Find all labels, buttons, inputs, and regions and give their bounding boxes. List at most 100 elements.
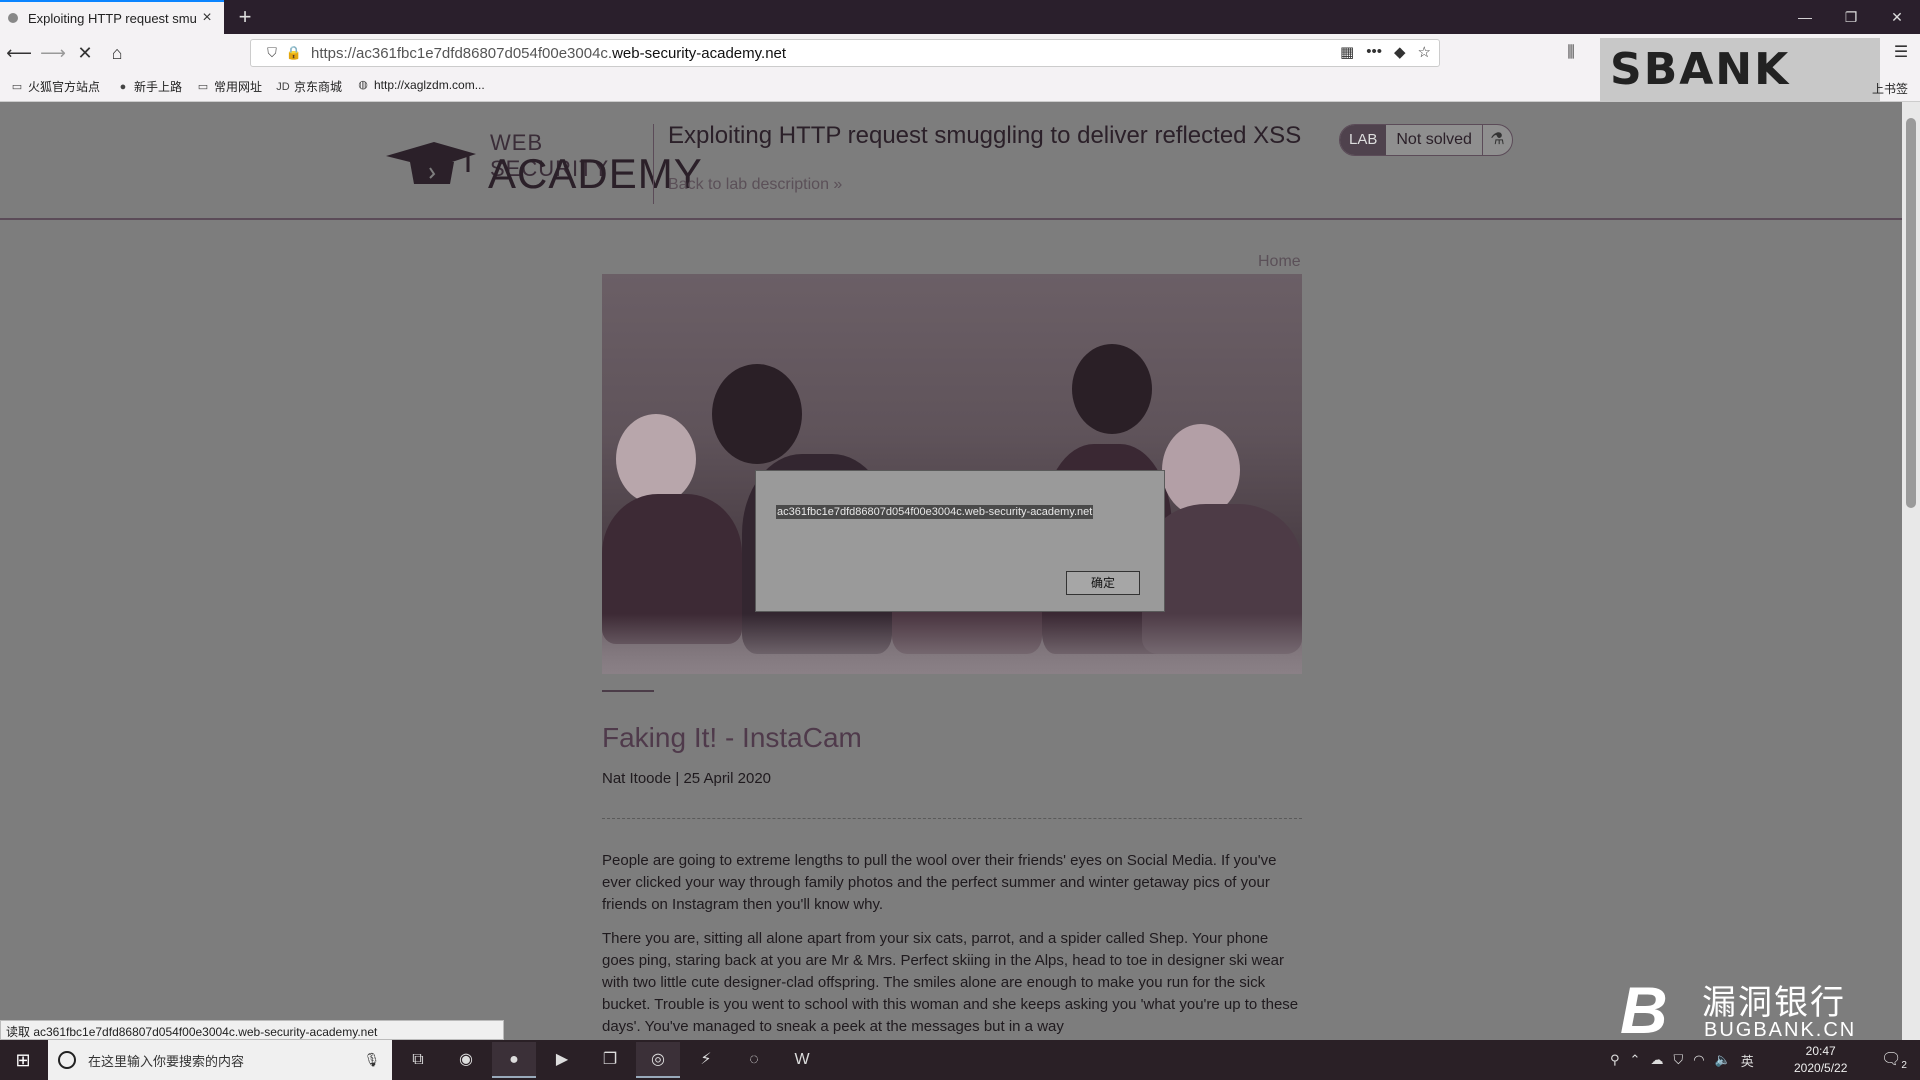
- lab-label: LAB: [1340, 125, 1387, 155]
- media-player-icon[interactable]: ▶: [540, 1042, 584, 1078]
- post-paragraph: People are going to extreme lengths to p…: [602, 852, 1277, 913]
- forward-icon[interactable]: ⟶: [38, 38, 68, 68]
- divider: [602, 818, 1302, 819]
- new-tab-button[interactable]: +: [230, 2, 260, 32]
- post-title: Faking It! - InstaCam: [602, 722, 862, 753]
- pocket-icon[interactable]: ◆: [1394, 43, 1406, 61]
- windows-start-icon[interactable]: ⊞: [0, 1040, 46, 1080]
- watermark-en: BUGBANK.CN: [1704, 1019, 1857, 1041]
- taskbar-app-icon[interactable]: ◌: [732, 1042, 776, 1078]
- library-icon[interactable]: ⫼: [1556, 38, 1586, 68]
- menu-icon[interactable]: ☰: [1886, 38, 1916, 68]
- wps-writer-icon[interactable]: W: [780, 1042, 824, 1078]
- bookmark-item[interactable]: ● 新手上路: [116, 78, 182, 95]
- web-page: WEB SECURITY ACADEMY Exploiting HTTP req…: [0, 102, 1902, 1040]
- clock-date: 2020/5/22: [1794, 1061, 1848, 1075]
- bookmark-item[interactable]: ◍ http://xaglzdm.com...: [356, 78, 485, 92]
- jd-icon: JD: [276, 80, 290, 93]
- post-byline: Nat Itoode | 25 April 2020: [602, 770, 772, 787]
- bookmark-label: 新手上路: [134, 80, 183, 94]
- url-prefix: https://ac361fbc1e7dfd86807d054f00e3004c…: [311, 44, 613, 62]
- notification-center-icon[interactable]: 🗨2: [1874, 1040, 1914, 1080]
- ok-button[interactable]: 确定: [1066, 571, 1140, 595]
- tab-title: Exploiting HTTP request smu: [28, 10, 197, 26]
- notification-count: 2: [1901, 1060, 1907, 1072]
- show-hidden-icons-chevron-icon[interactable]: ⌃: [1630, 1052, 1641, 1068]
- firefox-taskbar-icon[interactable]: ●: [492, 1042, 536, 1078]
- alert-message[interactable]: ac361fbc1e7dfd86807d054f00e3004c.web-sec…: [776, 505, 1094, 519]
- bookmark-label: 火狐官方站点: [28, 80, 101, 94]
- lock-icon[interactable]: 🔒: [283, 45, 305, 61]
- page-scrollbar[interactable]: [1902, 102, 1920, 1040]
- status-bar: 读取 ac361fbc1e7dfd86807d054f00e3004c.web-…: [0, 1020, 504, 1040]
- tracking-shield-icon[interactable]: ⛉: [261, 45, 283, 61]
- lab-title: Exploiting HTTP request smuggling to del…: [668, 122, 1302, 149]
- chrome-taskbar-icon[interactable]: ◎: [636, 1042, 680, 1078]
- loading-icon: [8, 13, 18, 23]
- bookmark-item[interactable]: JD 京东商城: [276, 78, 342, 95]
- bookmark-label: http://xaglzdm.com...: [374, 78, 485, 92]
- people-icon[interactable]: ⚲: [1610, 1052, 1620, 1068]
- qr-code-icon[interactable]: ▦: [1340, 43, 1354, 61]
- back-to-lab-description-link[interactable]: Back to lab description »: [668, 176, 842, 194]
- child-face: [1162, 424, 1240, 516]
- security-icon[interactable]: ⛉: [1673, 1052, 1683, 1068]
- close-tab-icon[interactable]: ×: [198, 9, 216, 27]
- child-face: [616, 414, 696, 504]
- microphone-icon[interactable]: 🎙: [363, 1052, 380, 1068]
- bugbank-watermark: B 漏洞银行 BUGBANK.CN: [1620, 975, 1880, 1045]
- watermark-logo: SBANK: [1600, 38, 1880, 102]
- clock-time: 20:47: [1805, 1044, 1836, 1058]
- lab-status: Not solved: [1396, 131, 1472, 148]
- folder-icon: ▭: [11, 80, 23, 93]
- minimize-icon[interactable]: —: [1782, 0, 1828, 34]
- lab-header: WEB SECURITY ACADEMY Exploiting HTTP req…: [0, 102, 1902, 220]
- cortana-icon: [58, 1051, 76, 1069]
- system-clock[interactable]: 20:47 2020/5/22: [1794, 1043, 1847, 1077]
- post-paragraph: There you are, sitting all alone apart f…: [602, 930, 1299, 1035]
- graduation-cap-icon: [386, 142, 476, 184]
- input-method-indicator[interactable]: 英: [1741, 1051, 1754, 1070]
- task-view-icon[interactable]: ⧉: [396, 1042, 440, 1078]
- network-icon[interactable]: ☁: [1650, 1052, 1663, 1068]
- bookmark-item[interactable]: ▭ 常用网址: [196, 78, 262, 95]
- virtual-machine-icon[interactable]: ❐: [588, 1042, 632, 1078]
- other-bookmarks[interactable]: 上书签: [1872, 80, 1908, 97]
- header-divider: [653, 124, 654, 204]
- url-host: web-security-academy.net: [612, 44, 787, 62]
- child-hair: [712, 364, 802, 464]
- restore-icon[interactable]: ❐: [1828, 0, 1874, 34]
- close-window-icon[interactable]: ✕: [1874, 0, 1920, 34]
- wifi-icon[interactable]: ◠: [1693, 1052, 1704, 1068]
- home-link[interactable]: Home: [1258, 253, 1301, 271]
- watermark-cn: 漏洞银行: [1702, 983, 1846, 1023]
- academy-logo[interactable]: WEB SECURITY ACADEMY: [384, 130, 702, 200]
- alert-dialog: ac361fbc1e7dfd86807d054f00e3004c.web-sec…: [755, 470, 1165, 612]
- home-icon[interactable]: ⌂: [102, 38, 132, 68]
- taskbar-search[interactable]: 在这里输入你要搜索的内容 🎙: [48, 1040, 392, 1080]
- system-tray: ⚲ ⌃ ☁ ⛉ ◠ 🔈 英: [1610, 1040, 1754, 1080]
- title-accent-rule: [602, 690, 654, 692]
- bookmark-label: 京东商城: [294, 80, 343, 94]
- address-bar[interactable]: ⛉ 🔒 https://ac361fbc1e7dfd86807d054f00e3…: [250, 39, 1440, 67]
- bookmark-label: 常用网址: [214, 80, 263, 94]
- taskbar-app-icon[interactable]: ◉: [444, 1042, 488, 1078]
- browser-titlebar: Exploiting HTTP request smu × + — ❐ ✕: [0, 0, 1920, 34]
- page-actions-icon[interactable]: •••: [1366, 43, 1382, 61]
- stop-loading-icon[interactable]: ✕: [70, 38, 100, 68]
- bookmark-star-icon[interactable]: ☆: [1418, 43, 1431, 61]
- back-icon[interactable]: ⟵: [4, 38, 34, 68]
- burp-suite-icon[interactable]: ⚡: [684, 1042, 728, 1078]
- windows-taskbar: ⊞ 在这里输入你要搜索的内容 🎙 ⧉ ◉ ● ▶ ❐ ◎ ⚡ ◌ W ⚲ ⌃ ☁…: [0, 1040, 1920, 1080]
- bugbank-logo-icon: B: [1620, 973, 1668, 1047]
- scrollbar-thumb[interactable]: [1906, 118, 1916, 508]
- image-fade: [602, 614, 1302, 674]
- bookmark-item[interactable]: ▭ 火狐官方站点: [10, 78, 100, 95]
- globe-icon: ◍: [358, 79, 368, 91]
- lab-status-badge: LAB Not solved ⚗: [1339, 124, 1513, 156]
- volume-icon[interactable]: 🔈: [1715, 1052, 1731, 1068]
- child-hair: [1072, 344, 1152, 434]
- firefox-icon: ●: [119, 80, 127, 93]
- browser-tab[interactable]: Exploiting HTTP request smu ×: [0, 0, 224, 34]
- search-placeholder: 在这里输入你要搜索的内容: [88, 1053, 245, 1069]
